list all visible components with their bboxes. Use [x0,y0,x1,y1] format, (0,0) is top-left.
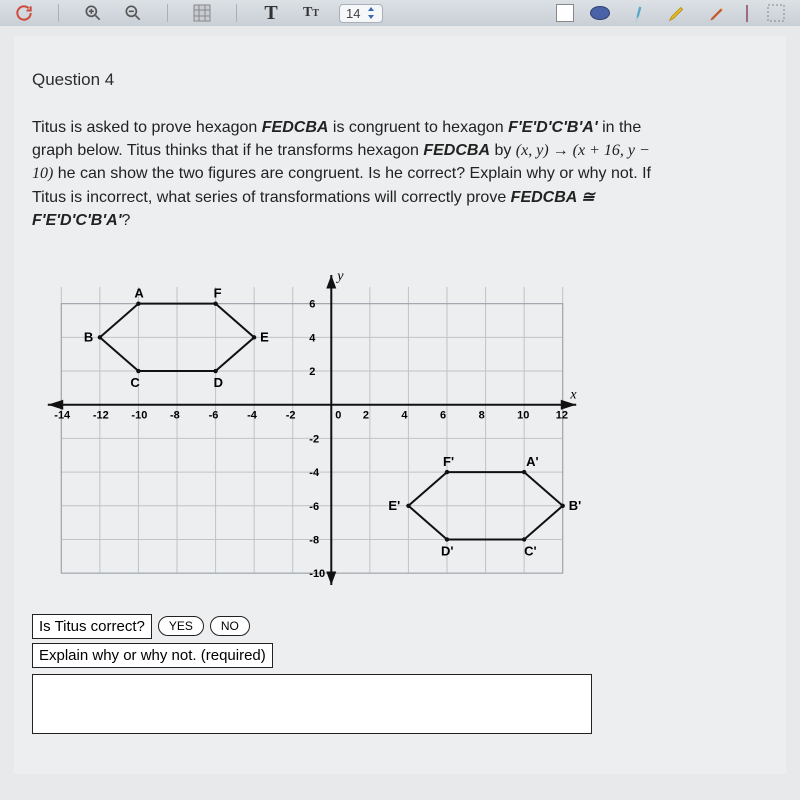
select-icon[interactable] [764,1,788,25]
coordinate-grid: y x -14 -12 -10 -8 -6 -4 -2 0 2 4 6 8 10 12 6 4 2 -2 -4 -6 -8 -… [32,260,592,600]
svg-text:-2: -2 [309,433,319,445]
svg-text:-6: -6 [209,410,219,422]
svg-text:-8: -8 [309,534,319,546]
svg-text:-12: -12 [93,410,109,422]
zoom-out-icon[interactable] [121,1,145,25]
highlighter-icon[interactable] [666,1,690,25]
svg-text:-2: -2 [286,410,296,422]
page-number: 14 [346,6,360,21]
is-correct-label: Is Titus correct? [32,614,152,639]
svg-text:-10: -10 [131,410,147,422]
svg-text:-4: -4 [247,410,258,422]
text-tool-icon[interactable]: T [259,1,283,25]
svg-text:10: 10 [517,410,529,422]
svg-text:6: 6 [309,299,315,311]
svg-text:8: 8 [479,410,485,422]
svg-text:D: D [214,375,223,390]
svg-text:-6: -6 [309,501,319,513]
svg-text:-8: -8 [170,410,180,422]
brush-icon[interactable] [622,0,655,29]
eraser-icon[interactable] [746,6,748,21]
graph-figure: y x -14 -12 -10 -8 -6 -4 -2 0 2 4 6 8 10 12 6 4 2 -2 -4 -6 -8 -… [32,260,768,600]
refresh-icon[interactable] [12,1,36,25]
grid-icon[interactable] [190,1,214,25]
svg-text:C': C' [524,543,536,558]
shape-ellipse-icon[interactable] [590,6,610,20]
svg-text:F: F [214,286,222,301]
svg-text:0: 0 [335,410,341,422]
svg-text:B': B' [569,498,581,513]
toolbar: T TT 14 [0,0,800,26]
svg-text:-14: -14 [54,410,71,422]
no-button[interactable]: NO [210,616,250,636]
svg-text:A: A [134,286,144,301]
type-tool-icon[interactable]: TT [299,1,323,25]
svg-text:B: B [84,329,93,344]
question-prompt: Titus is asked to prove hexagon FEDCBA i… [32,116,652,232]
svg-text:F': F' [443,454,454,469]
question-page: Question 4 Titus is asked to prove hexag… [14,36,786,774]
svg-text:4: 4 [309,332,316,344]
yes-button[interactable]: YES [158,616,204,636]
question-number: Question 4 [32,70,768,90]
pencil-icon[interactable] [706,1,730,25]
svg-text:E: E [260,329,269,344]
svg-text:x: x [569,388,577,403]
svg-text:6: 6 [440,410,446,422]
svg-text:E': E' [388,498,400,513]
page-stepper-icon[interactable] [366,6,376,20]
svg-text:D': D' [441,543,453,558]
fill-white-swatch[interactable] [556,4,574,22]
explain-textarea[interactable] [32,674,592,734]
svg-text:12: 12 [556,410,568,422]
zoom-in-icon[interactable] [81,1,105,25]
svg-text:-4: -4 [309,467,320,479]
svg-text:y: y [335,269,344,284]
explain-label: Explain why or why not. (required) [32,643,273,668]
page-indicator[interactable]: 14 [339,4,383,23]
svg-text:2: 2 [309,366,315,378]
svg-text:2: 2 [363,410,369,422]
svg-text:C: C [130,375,140,390]
svg-text:4: 4 [401,410,408,422]
svg-text:-10: -10 [309,568,325,580]
svg-text:A': A' [526,454,538,469]
